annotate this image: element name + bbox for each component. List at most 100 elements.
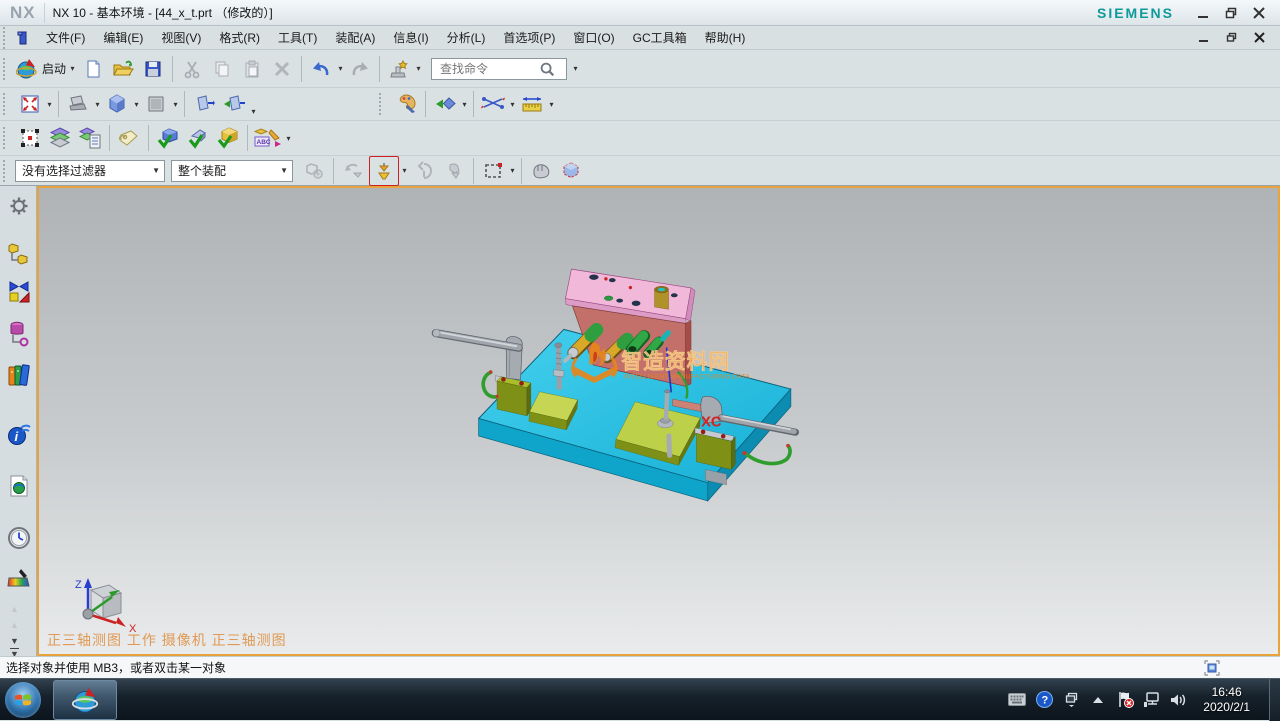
section-view-button[interactable] (190, 90, 218, 118)
toolbar-grip[interactable] (3, 27, 10, 49)
redo-button[interactable] (346, 55, 374, 83)
move-component-button[interactable] (16, 124, 44, 152)
find-command-input[interactable] (438, 61, 538, 77)
paste-button[interactable] (238, 55, 266, 83)
edit-object-display-button[interactable]: ABC (253, 124, 283, 152)
left-toggle-clamp[interactable] (433, 329, 531, 415)
snap-point-button[interactable] (369, 156, 399, 186)
volume-button[interactable] (1170, 691, 1188, 709)
menu-view[interactable]: 视图(V) (152, 26, 210, 49)
cube-check-button[interactable] (214, 124, 242, 152)
menu-assemblies[interactable]: 装配(A) (326, 26, 384, 49)
layer-settings-button[interactable] (46, 124, 74, 152)
shaded-dropdown-caret[interactable]: ▾ (132, 100, 141, 109)
toolbar-grip[interactable] (3, 93, 10, 115)
show-dropdown-caret[interactable]: ▾ (460, 100, 469, 109)
toolbar-grip[interactable] (379, 93, 386, 115)
menu-preferences[interactable]: 首选项(P) (494, 26, 564, 49)
start-button[interactable] (5, 682, 41, 718)
display-mode-button[interactable] (64, 90, 92, 118)
app-restore-button[interactable] (1224, 6, 1238, 20)
menu-file[interactable]: 文件(F) (37, 26, 94, 49)
assembly-model[interactable]: XC 智造资料网 INTELLIGENT MANUFACTURING DATA (419, 248, 821, 510)
undo-dropdown-caret[interactable]: ▾ (336, 64, 345, 73)
menu-help[interactable]: 帮助(H) (696, 26, 755, 49)
cut-button[interactable] (178, 55, 206, 83)
taskbar-nx-app-button[interactable] (53, 680, 117, 720)
assembly-constraints-button[interactable] (154, 124, 182, 152)
tray-expand-button[interactable] (1089, 691, 1107, 709)
app-minimize-button[interactable] (1196, 6, 1210, 20)
palette-scroll-down-icon[interactable]: ▼ (10, 636, 19, 646)
marquee-select-button[interactable] (479, 157, 507, 185)
open-button[interactable] (109, 55, 137, 83)
snap-dropdown-caret[interactable]: ▾ (400, 166, 409, 175)
measure-dropdown-caret[interactable]: ▾ (547, 100, 556, 109)
selection-scope-dropdown[interactable]: 整个装配 ▼ (171, 160, 293, 182)
fit-dropdown-caret[interactable]: ▾ (45, 100, 54, 109)
background-dropdown-caret[interactable]: ▾ (171, 100, 180, 109)
toolbar-grip[interactable] (3, 160, 10, 182)
snapshot-button[interactable] (1204, 660, 1220, 676)
background-button[interactable] (142, 90, 170, 118)
measure-button[interactable] (518, 90, 546, 118)
find-options-caret[interactable]: ▾ (571, 64, 580, 73)
assembly-navigator-button[interactable] (7, 242, 31, 266)
graphics-window[interactable]: XC 智造资料网 INTELLIGENT MANUFACTURING DATA (37, 186, 1280, 656)
datum-display-button[interactable] (479, 90, 507, 118)
display-dropdown-caret[interactable]: ▾ (93, 100, 102, 109)
clamp-check-button[interactable] (184, 124, 212, 152)
find-command-box[interactable] (431, 58, 567, 80)
soft-selection-button[interactable] (527, 157, 555, 185)
move-filter-button[interactable] (410, 157, 438, 185)
shaded-view-button[interactable] (103, 90, 131, 118)
input-method-button[interactable] (1008, 691, 1026, 709)
highlight-assembly-button[interactable] (300, 157, 328, 185)
history-button[interactable] (7, 526, 31, 550)
network-button[interactable] (1143, 691, 1161, 709)
menu-window[interactable]: 窗口(O) (564, 26, 623, 49)
layer-category-button[interactable] (76, 124, 104, 152)
start-dropdown-caret[interactable]: ▾ (68, 64, 77, 73)
marquee-dropdown-caret[interactable]: ▾ (508, 166, 517, 175)
menu-edit[interactable]: 编辑(E) (94, 26, 152, 49)
reuse-library-button[interactable] (7, 364, 31, 388)
menu-gc-toolbox[interactable]: GC工具箱 (624, 26, 696, 49)
toolbar-grip[interactable] (3, 127, 10, 149)
language-bar-button[interactable] (1062, 691, 1080, 709)
hd3d-tools-button[interactable] (7, 474, 31, 498)
palette-scroll-up2-icon[interactable]: ▲ (10, 620, 19, 630)
note-button[interactable] (115, 124, 143, 152)
repeat-dropdown-caret[interactable]: ▾ (414, 64, 423, 73)
abc-dropdown-caret[interactable]: ▾ (284, 134, 293, 143)
taskbar-clock[interactable]: 16:46 2020/2/1 (1203, 685, 1250, 715)
delete-button[interactable] (268, 55, 296, 83)
role-button[interactable] (392, 90, 420, 118)
action-center-button[interactable] (1116, 691, 1134, 709)
doc-restore-button[interactable] (1224, 31, 1238, 45)
doc-minimize-button[interactable] (1196, 31, 1210, 45)
undo-button[interactable] (307, 55, 335, 83)
fit-view-button[interactable] (16, 90, 44, 118)
copy-button[interactable] (208, 55, 236, 83)
section-dropdown-caret[interactable]: ▾ (249, 107, 258, 116)
menu-information[interactable]: 信息(I) (384, 26, 437, 49)
select-solid-button[interactable] (557, 157, 585, 185)
datum-dropdown-caret[interactable]: ▾ (508, 100, 517, 109)
toolbar-grip[interactable] (3, 58, 10, 80)
new-button[interactable] (79, 55, 107, 83)
menu-analysis[interactable]: 分析(L) (438, 26, 495, 49)
materials-button[interactable] (7, 566, 31, 590)
show-desktop-button[interactable] (1269, 679, 1280, 721)
app-close-button[interactable] (1252, 6, 1266, 20)
save-button[interactable] (139, 55, 167, 83)
web-browser-button[interactable]: i (7, 422, 31, 446)
hand-filter-button[interactable] (440, 157, 468, 185)
doc-close-button[interactable] (1252, 31, 1266, 45)
menu-tools[interactable]: 工具(T) (269, 26, 326, 49)
help-tray-button[interactable]: ? (1035, 691, 1053, 709)
start-button[interactable]: 启动 ▾ (16, 55, 77, 83)
show-only-button[interactable] (431, 90, 459, 118)
part-navigator-button[interactable] (7, 322, 31, 346)
prev-selection-button[interactable] (339, 157, 367, 185)
